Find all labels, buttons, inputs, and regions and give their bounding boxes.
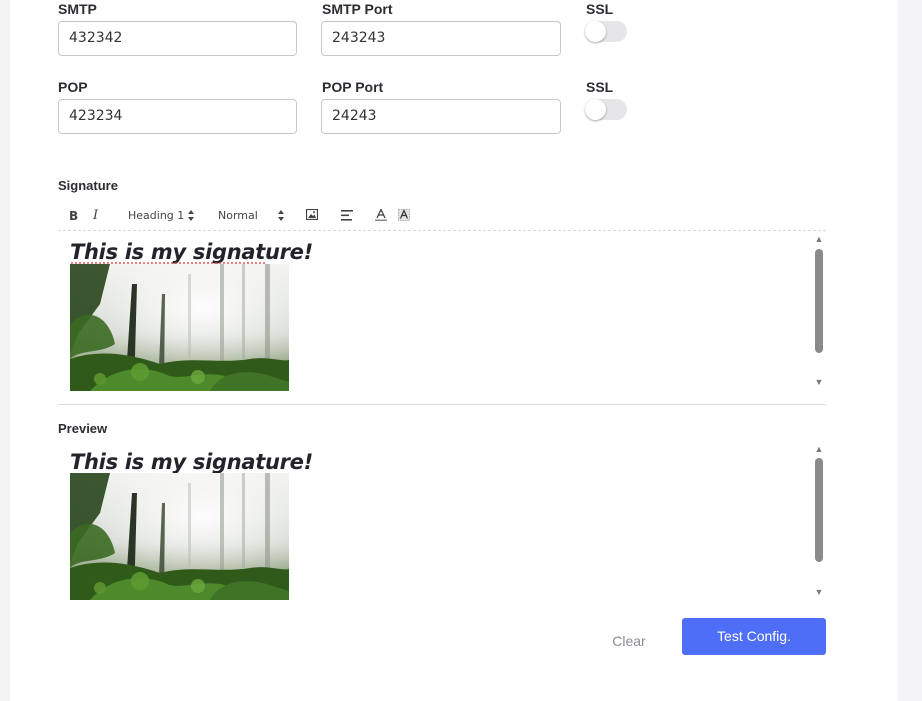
chevron-updown-icon bbox=[278, 210, 284, 221]
bold-button[interactable]: B bbox=[69, 207, 78, 225]
scroll-down-icon[interactable]: ▼ bbox=[814, 587, 824, 597]
pop-port-label: POP Port bbox=[322, 79, 384, 95]
smtp-input[interactable]: 432342 bbox=[58, 21, 297, 56]
editor-scrollbar[interactable]: ▲ ▼ bbox=[814, 231, 824, 389]
toggle-knob bbox=[585, 21, 606, 42]
preview-label: Preview bbox=[58, 421, 108, 436]
preview-heading: This is my signature! bbox=[70, 450, 313, 474]
scroll-down-icon[interactable]: ▼ bbox=[814, 377, 824, 387]
ssl-toggle-pop[interactable] bbox=[585, 99, 627, 120]
ssl-label-smtp: SSL bbox=[586, 1, 614, 17]
scroll-thumb[interactable] bbox=[815, 458, 823, 562]
background-color-icon[interactable] bbox=[398, 209, 410, 221]
forest-image bbox=[70, 473, 289, 600]
clear-button[interactable]: Clear bbox=[600, 629, 658, 653]
preview-pane: This is my signature! ▲ ▼ bbox=[58, 442, 826, 600]
signature-heading: This is my signature! bbox=[70, 240, 313, 264]
image-icon[interactable] bbox=[306, 209, 318, 220]
chevron-updown-icon bbox=[188, 210, 194, 221]
toggle-knob bbox=[585, 99, 606, 120]
signature-label: Signature bbox=[58, 178, 118, 193]
forest-image bbox=[70, 264, 289, 391]
editor-toolbar: B I Heading 1 Normal bbox=[58, 202, 826, 231]
signature-editor[interactable]: This is my signature! ▲ ▼ bbox=[58, 231, 826, 405]
pop-input[interactable]: 423234 bbox=[58, 99, 297, 134]
preview-scrollbar[interactable]: ▲ ▼ bbox=[814, 442, 824, 600]
scroll-up-icon[interactable]: ▲ bbox=[814, 234, 824, 244]
size-select[interactable]: Normal bbox=[218, 207, 258, 225]
header-select[interactable]: Heading 1 bbox=[128, 207, 184, 225]
scroll-thumb[interactable] bbox=[815, 249, 823, 353]
size-select-value: Normal bbox=[218, 209, 258, 222]
italic-button[interactable]: I bbox=[93, 207, 98, 225]
text-color-icon[interactable] bbox=[375, 209, 387, 221]
scroll-up-icon[interactable]: ▲ bbox=[814, 444, 824, 454]
test-config-button[interactable]: Test Config. bbox=[682, 618, 826, 655]
pop-port-input[interactable]: 24243 bbox=[321, 99, 561, 134]
ssl-label-pop: SSL bbox=[586, 79, 614, 95]
smtp-port-input[interactable]: 243243 bbox=[321, 21, 561, 56]
smtp-label: SMTP bbox=[58, 1, 97, 17]
align-left-icon[interactable] bbox=[341, 210, 353, 221]
header-select-value: Heading 1 bbox=[128, 209, 185, 222]
pop-label: POP bbox=[58, 79, 88, 95]
smtp-port-label: SMTP Port bbox=[322, 1, 393, 17]
ssl-toggle-smtp[interactable] bbox=[585, 21, 627, 42]
